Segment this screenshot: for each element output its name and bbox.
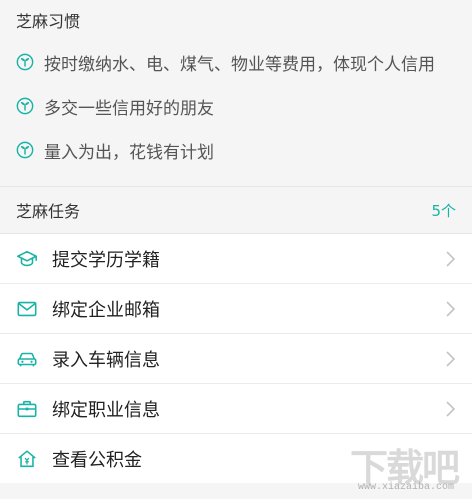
tasks-count-badge[interactable]: 5个 (431, 200, 456, 221)
habit-label: 多交一些信用好的朋友 (44, 98, 214, 119)
task-label: 绑定职业信息 (52, 399, 160, 421)
chevron-right-icon (446, 400, 456, 417)
habit-label: 量入为出，花钱有计划 (44, 142, 214, 163)
graduation-cap-icon (17, 250, 37, 266)
habit-item: 多交一些信用好的朋友 (16, 84, 456, 128)
task-label: 绑定企业邮箱 (52, 299, 160, 321)
task-item-occupation[interactable]: 绑定职业信息 (0, 384, 472, 434)
section-divider (0, 172, 472, 187)
chevron-right-icon (446, 250, 456, 267)
habit-label: 按时缴纳水、电、煤气、物业等费用，体现个人信用 (44, 54, 435, 75)
habits-section-title: 芝麻习惯 (16, 12, 81, 31)
tasks-section-title: 芝麻任务 (16, 202, 81, 221)
house-icon (18, 449, 36, 467)
envelope-icon (17, 301, 37, 316)
chevron-right-icon (446, 350, 456, 367)
sprout-icon (16, 97, 34, 115)
car-icon (17, 352, 37, 366)
briefcase-icon (17, 400, 37, 417)
task-item-email[interactable]: 绑定企业邮箱 (0, 284, 472, 334)
sprout-icon (16, 141, 34, 159)
task-label: 提交学历学籍 (52, 249, 160, 271)
sprout-icon (16, 53, 34, 71)
task-item-vehicle[interactable]: 录入车辆信息 (0, 334, 472, 384)
habits-list: 按时缴纳水、电、煤气、物业等费用，体现个人信用 多交一些信用好的朋友 量入为出，… (0, 40, 472, 172)
site-watermark: 下载吧 www.xiazaiba.com (338, 437, 462, 493)
tasks-section-header: 芝麻任务 5个 (0, 187, 472, 234)
habit-item: 按时缴纳水、电、煤气、物业等费用，体现个人信用 (16, 40, 456, 84)
habits-section-header: 芝麻习惯 (0, 0, 472, 40)
task-label: 录入车辆信息 (52, 349, 160, 371)
habit-item: 量入为出，花钱有计划 (16, 128, 456, 172)
watermark-url: www.xiazaiba.com (357, 482, 454, 493)
task-item-education[interactable]: 提交学历学籍 (0, 234, 472, 284)
chevron-right-icon (446, 300, 456, 317)
